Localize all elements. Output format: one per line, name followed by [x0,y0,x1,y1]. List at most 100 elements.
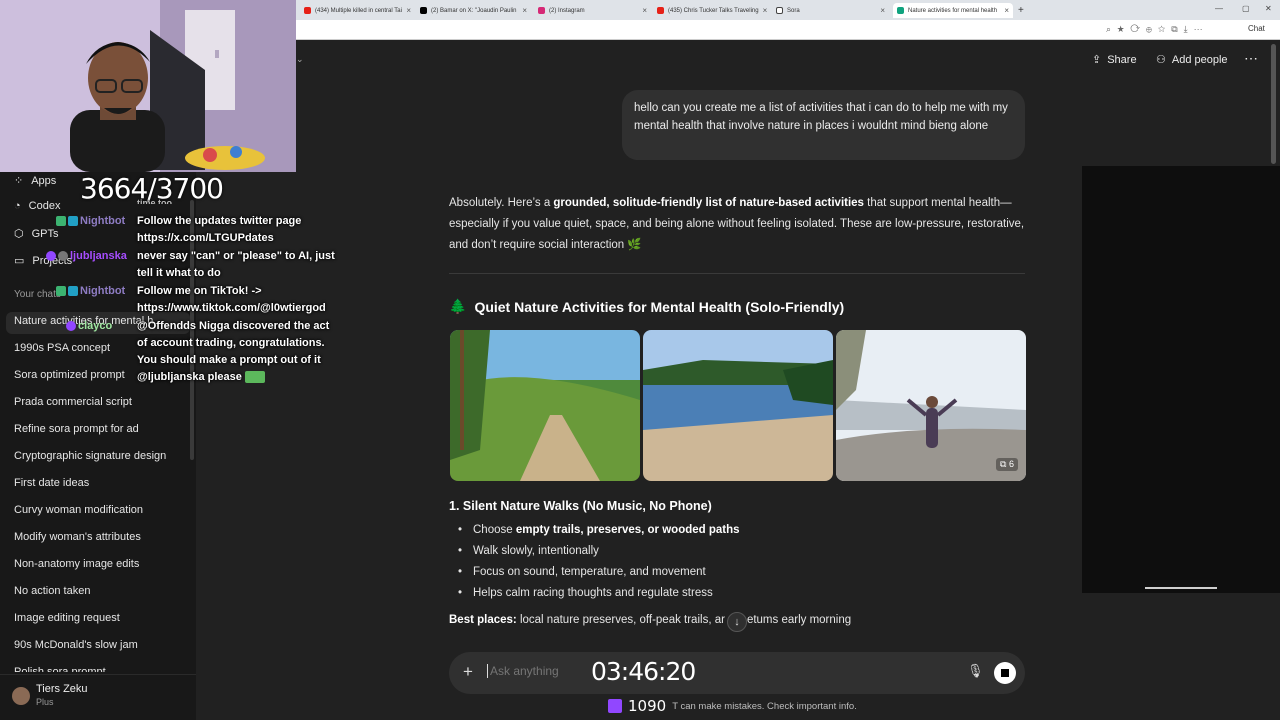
section-label-your-chats: Your chats [14,289,61,300]
new-tab-button[interactable]: + [1014,3,1028,18]
youtube-icon [304,7,311,14]
stream-chat-message: never say "can" or "please" to AI, just t… [137,250,335,279]
image-mountain-overlook[interactable]: ⧉ 6 [836,330,1026,481]
sidebar-item-apps[interactable]: ⁘ Apps [14,174,56,188]
address-bar[interactable]: ⌕★⟳⊕☆⧉⤓⋯ Chat [296,20,1280,40]
disclaimer-row: 1090 T can make mistakes. Check importan… [608,697,857,715]
trail-photo [450,330,640,481]
chat-history-item[interactable]: Polish sora prompt [14,666,106,672]
youtube-icon [657,7,664,14]
divider [449,273,1025,274]
more-options-icon[interactable]: ⋯ [1244,50,1258,67]
page-scrollbar[interactable] [1271,44,1276,164]
arrow-down-icon: ↓ [734,616,740,628]
user-name: Tiers Zeku [36,683,88,695]
webcam-feed [0,0,296,172]
stream-chat-message: Follow me on TikTok! -> https://www.tikto… [137,285,326,314]
copilot-chat-button[interactable]: Chat [1248,24,1265,33]
close-icon[interactable]: × [1004,6,1009,15]
maximize-icon[interactable]: ▢ [1242,4,1250,13]
plus-icon[interactable]: + [463,662,473,682]
chat-history-item[interactable]: Curvy woman modification [14,504,143,516]
sidebar-item-codex[interactable]: ◔ Codex [14,200,60,212]
chat-history-item[interactable]: Image editing request [14,612,120,624]
add-person-icon: ⚇ [1156,54,1166,66]
activity-heading: 1. Silent Nature Walks (No Music, No Pho… [449,499,712,513]
sidebar-item-gpts[interactable]: ⬡ GPTs [14,227,59,241]
image-count-badge: ⧉ 6 [996,458,1018,471]
chat-history-item[interactable]: 1990s PSA concept [14,342,110,354]
browser-tab[interactable]: (2) Bamar on X: "Joaudin Paulin × [416,3,531,18]
stream-chat-user: clayco [66,320,112,332]
assistant-intro: Absolutely. Here’s a grounded, solitude-… [449,197,1025,251]
disclaimer-text: T can make mistakes. Check important inf… [672,700,857,712]
gpts-icon: ⬡ [14,228,24,240]
side-panel [1082,166,1280,593]
viewer-count: 1090 [628,697,667,715]
stream-chat-message: @Offendds Nigga discovered the act of acc… [137,320,330,384]
browser-tab-active[interactable]: Nature activities for mental health × [893,3,1013,18]
chat-history-item[interactable]: Non-anatomy image edits [14,558,139,570]
chat-history-item[interactable]: Sora optimized prompt [14,369,125,381]
scroll-down-button[interactable]: ↓ [727,612,747,632]
stream-chat-line: time too [137,198,172,204]
user-plan: Plus [36,697,54,707]
best-places-line: Best places: local nature preserves, off… [449,614,852,626]
list-item: Walk slowly, intentionally [458,545,599,557]
chat-history-item[interactable]: Cryptographic signature design [14,450,166,462]
close-icon[interactable]: × [522,6,527,15]
image-lake-beach[interactable] [643,330,833,481]
microphone-icon[interactable]: 🎙 [967,663,984,679]
stop-button[interactable] [994,662,1016,684]
minimize-icon[interactable]: — [1215,4,1223,13]
chat-history-item[interactable]: Modify woman's attributes [14,531,141,543]
chat-history-item[interactable]: First date ideas [14,477,89,489]
panel-handle[interactable] [1145,587,1217,589]
emote-icon [244,371,265,384]
share-icon: ⇪ [1092,54,1102,66]
stream-chat-user: Nightbot [56,285,125,297]
lake-photo [643,330,833,481]
sora-icon [776,7,783,14]
share-button[interactable]: ⇪ Share [1092,53,1137,67]
browser-tab[interactable]: (435) Chris Tucker Talks Traveling × [653,3,770,18]
user-profile[interactable]: Tiers Zeku Plus [0,674,196,720]
chevron-down-icon[interactable]: ⌄ [296,54,304,65]
chat-header: ⌄ ⇪ Share ⚇ Add people ⋯ [296,40,1280,80]
stream-timer: 03:46:20 [591,657,696,686]
close-icon[interactable]: × [406,6,411,15]
webcam-image [0,0,296,172]
codex-icon: ◔ [14,200,21,212]
chatgpt-icon [897,7,904,14]
browser-tab[interactable]: (434) Multiple killed in central Tai × [300,3,415,18]
apps-icon: ⁘ [14,175,24,187]
chat-history-item[interactable]: 90s McDonald's slow jam [14,639,138,651]
chat-history-item[interactable]: No action taken [14,585,90,597]
twitch-icon [608,699,622,713]
browser-toolbar-icons[interactable]: ⌕★⟳⊕☆⧉⤓⋯ [1106,24,1209,35]
browser-tab[interactable]: Sora × [772,3,889,18]
close-icon[interactable]: × [880,6,885,15]
x-icon [420,7,427,14]
stream-chat-message: Follow the updates twitter page https://x… [137,215,302,244]
list-item: Helps calm racing thoughts and regulate … [458,587,713,599]
prompt-input[interactable] [487,664,577,678]
list-item: Focus on sound, temperature, and movemen… [458,566,706,578]
add-people-button[interactable]: ⚇ Add people [1156,53,1228,67]
avatar [12,687,30,705]
list-item: Choose empty trails, preserves, or woode… [458,524,740,536]
chat-history-item[interactable]: Prada commercial script [14,396,132,408]
close-icon[interactable]: × [642,6,647,15]
instagram-icon [538,7,545,14]
section-heading: 🌲 Quiet Nature Activities for Mental Heal… [449,298,845,315]
close-icon[interactable]: × [763,6,768,15]
chat-history-item[interactable]: Refine sora prompt for ad [14,423,139,435]
stream-chat-user: ljubljanska [46,250,127,262]
folder-icon: ▭ [14,255,25,267]
close-window-icon[interactable]: ✕ [1265,4,1272,13]
user-message-bubble: hello can you create me a list of activi… [622,90,1025,160]
stream-chat-user: Nightbot [56,215,125,227]
image-nature-trail[interactable] [450,330,640,481]
browser-tab[interactable]: (2) Instagram × [534,3,651,18]
composer: + 03:46:20 🎙 [449,652,1025,694]
